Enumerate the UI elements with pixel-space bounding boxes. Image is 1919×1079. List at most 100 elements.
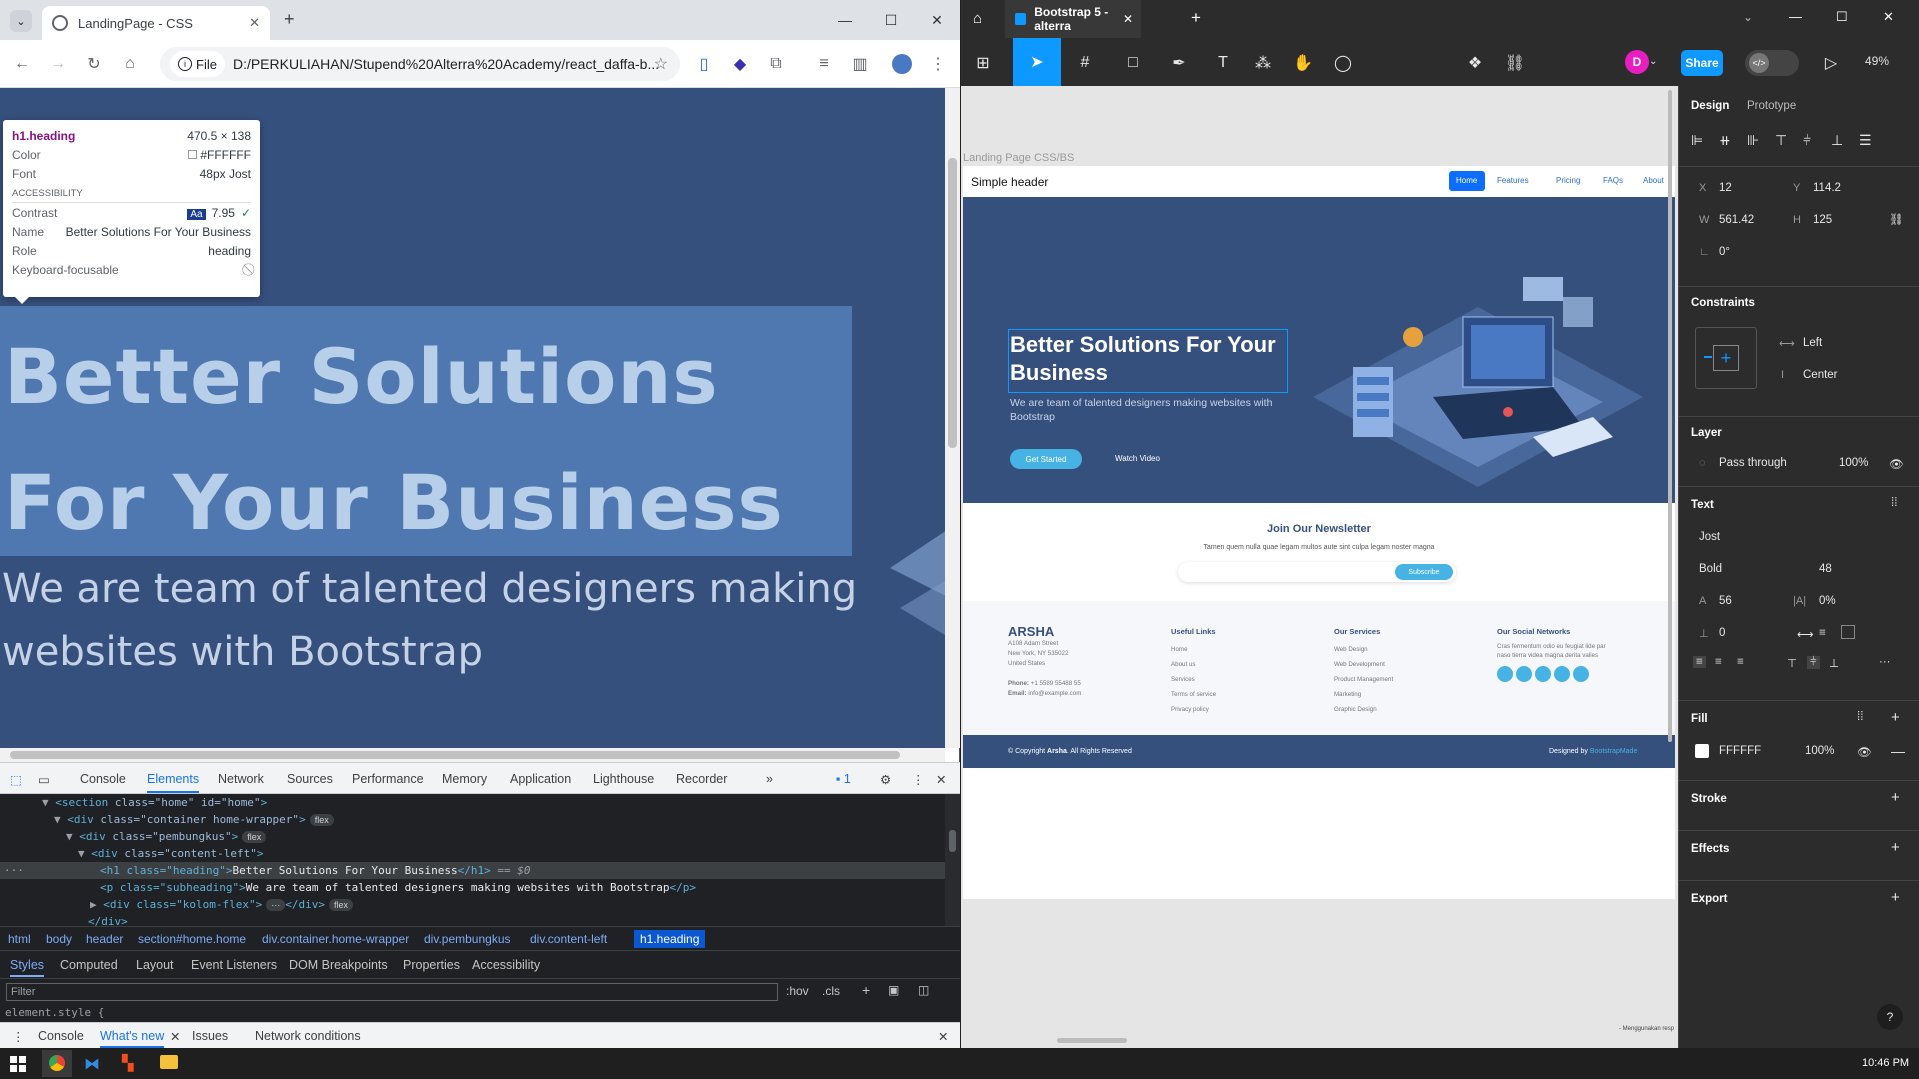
lp-subscribe-button[interactable]: Subscribe [1395,564,1453,580]
settings-gear-icon[interactable]: ⚙ [880,772,891,787]
align-text-right-icon[interactable]: ≡ [1737,656,1744,668]
landing-frame[interactable]: Simple header Home Features Pricing FAQs… [963,166,1675,899]
distribute-icon[interactable]: ☰ [1859,132,1872,149]
fill-swatch[interactable] [1695,744,1709,758]
valign-bottom-icon[interactable]: ⊥ [1829,656,1839,670]
styles-subtab[interactable]: Accessibility [472,958,540,972]
figma-home-icon[interactable]: ⌂ [973,10,982,27]
devtools-tab[interactable]: Recorder [676,772,727,786]
tab-prototype[interactable]: Prototype [1747,100,1796,112]
valign-top-icon[interactable]: ⊤ [1787,656,1797,670]
elements-scrollbar[interactable] [945,794,960,926]
add-stroke-icon[interactable]: + [1891,789,1900,806]
fill-eye-icon[interactable]: 👁 [1857,745,1872,759]
kolom-line[interactable]: ▶ <div class="kolom-flex"> ··· </div> flex [0,896,945,913]
dom-node-line[interactable]: ▼ <div class="pembungkus"> flex [0,828,945,845]
lp-footer-link[interactable]: Privacy policy [1171,702,1216,717]
lp-footer-link[interactable]: Services [1171,672,1216,687]
devtools-menu-icon[interactable]: ⋮ [912,772,925,787]
side-panel-icon[interactable]: ▥ [848,52,872,76]
devtools-tab[interactable]: Elements [147,772,200,793]
site-info-chip[interactable]: i File [170,51,225,77]
constrain-proportions-icon[interactable]: ⛓ [1889,212,1904,226]
add-fill-icon[interactable]: + [1891,709,1900,726]
sidebar-toggle-icon[interactable]: ◫ [918,983,929,997]
resources-icon[interactable]: ⁂ [1251,52,1275,74]
align-top-icon[interactable]: ⊤ [1775,132,1787,149]
add-effect-icon[interactable]: + [1891,839,1900,856]
w-input[interactable]: 561.42 [1719,214,1754,226]
text-tool-icon[interactable]: T [1211,52,1235,74]
help-icon[interactable]: ? [1877,1004,1903,1030]
extensions-puzzle-icon[interactable]: ⧉ [764,52,788,76]
linkedin-icon[interactable] [1573,666,1589,682]
fixed-size-icon[interactable] [1841,625,1855,639]
present-play-icon[interactable]: ▷ [1819,52,1843,74]
share-button[interactable]: Share [1681,50,1723,76]
issues-badge[interactable]: ▪ 1 [836,772,851,786]
pen-tool-icon[interactable]: ✒ [1167,52,1191,74]
zoom-level[interactable]: 49% [1865,54,1889,68]
drawer-tab[interactable]: What's new [100,1029,165,1048]
lp-service-link[interactable]: Graphic Design [1334,702,1393,717]
hov-toggle[interactable]: :hov [786,984,809,998]
minimize-button[interactable]: — [830,8,860,32]
font-family-select[interactable]: Jost [1699,531,1720,543]
fill-hex-input[interactable]: FFFFFF [1719,745,1761,757]
lp-nav-home[interactable]: Home [1456,176,1477,185]
text-more-options-icon[interactable]: ··· [1879,656,1891,668]
extension-translate-icon[interactable]: ▯ [692,52,716,76]
lp-footer-link[interactable]: About us [1171,657,1216,672]
expand-arrow-icon[interactable]: ▼ [78,847,85,860]
frame-tool-icon[interactable]: # [1073,52,1097,74]
element-style-rule[interactable]: element.style { [0,1004,960,1022]
avatar-dropdown-icon[interactable]: ⌄ [1649,56,1657,67]
figma-close-button[interactable]: ✕ [1883,9,1894,25]
lp-footer-link[interactable]: Home [1171,642,1216,657]
close-window-button[interactable]: ✕ [922,8,952,32]
line-height-input[interactable]: 56 [1719,595,1732,607]
vertical-constraint-select[interactable]: Center [1803,369,1838,381]
bookmark-star-icon[interactable]: ☆ [654,54,668,74]
figma-maximize-button[interactable]: ☐ [1836,9,1848,25]
dev-mode-toggle[interactable]: </> [1745,50,1799,76]
blend-mode-select[interactable]: Pass through [1719,457,1787,469]
chrome-menu-icon[interactable]: ⋮ [926,52,950,76]
lp-service-link[interactable]: Marketing [1334,687,1393,702]
layer-opacity-input[interactable]: 100% [1839,457,1868,469]
breadcrumb-item[interactable]: div.content-left [530,932,607,946]
address-bar[interactable]: i File D:/PERKULIAHAN/Stupend%20Alterra%… [160,47,680,81]
devtools-tab[interactable]: Sources [287,772,333,786]
styles-subtab[interactable]: Layout [136,958,174,972]
styles-subtab[interactable]: Event Listeners [191,958,277,972]
breadcrumb-item[interactable]: html [8,932,31,946]
devtools-tab[interactable]: Console [80,772,126,786]
vertical-scrollbar[interactable] [945,88,960,748]
lp-nav-faqs[interactable]: FAQs [1603,176,1623,185]
devtools-tab[interactable]: Lighthouse [593,772,654,786]
tab-design[interactable]: Design [1691,100,1729,112]
selected-h1-line[interactable]: ··· <h1 class="heading">Better Solutions… [0,862,945,879]
layout-badge[interactable]: flex [242,831,267,843]
paragraph-spacing-input[interactable]: 0 [1719,627,1725,639]
styles-subtab[interactable]: DOM Breakpoints [289,958,388,972]
devtools-tab[interactable]: Performance [352,772,424,786]
drawer-tab[interactable]: Issues [192,1029,228,1043]
breadcrumb-item[interactable]: body [46,932,72,946]
lp-nav-features[interactable]: Features [1497,176,1529,185]
lp-service-link[interactable]: Web Design [1334,642,1393,657]
dom-node-line[interactable]: ▼ <section class="home" id="home"> [0,794,945,811]
expand-arrow-icon[interactable]: ▼ [42,796,49,809]
font-size-input[interactable]: 48 [1819,563,1832,575]
valign-middle-icon[interactable]: ⫩ [1807,656,1820,669]
styles-subtab[interactable]: Properties [403,958,460,972]
layout-badge[interactable]: flex [309,814,334,826]
start-icon[interactable] [10,1056,26,1072]
expand-arrow-icon[interactable]: ▼ [66,830,73,843]
move-tool-icon[interactable]: ➤ [1013,38,1061,86]
figma-icon[interactable]: ▚ [122,1054,134,1072]
link-icon[interactable]: ⛓ [1503,52,1527,74]
p-line[interactable]: <p class="subheading">We are team of tal… [0,879,945,896]
profile-avatar[interactable] [892,54,912,74]
drawer-tab[interactable]: Console [38,1029,84,1043]
